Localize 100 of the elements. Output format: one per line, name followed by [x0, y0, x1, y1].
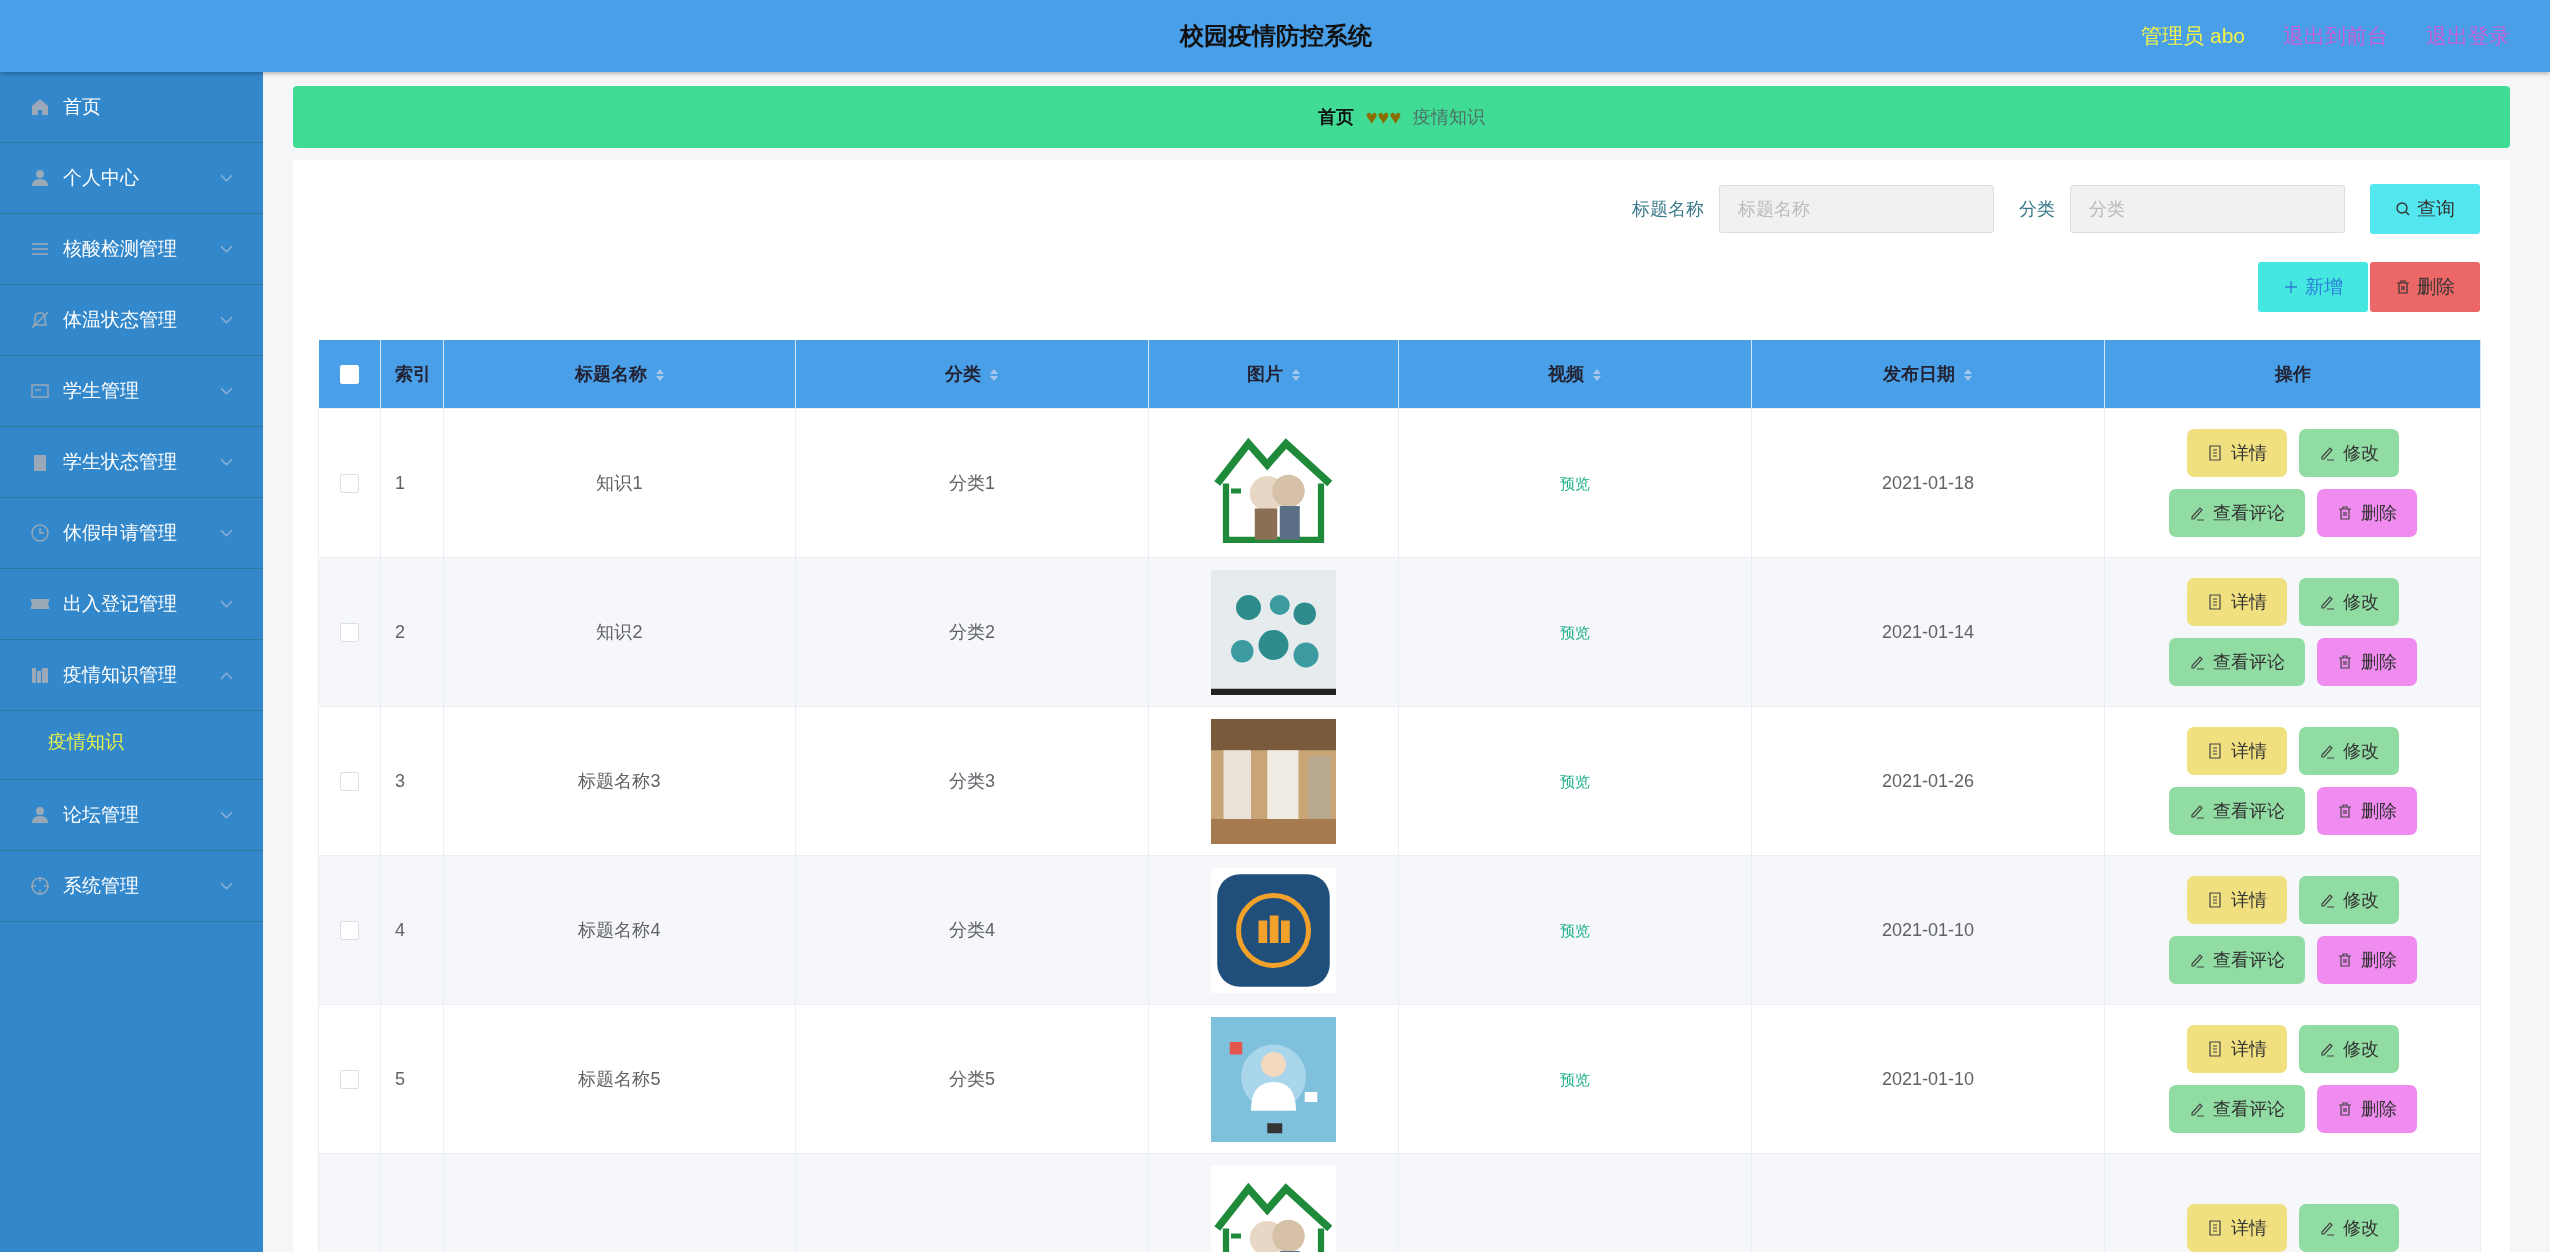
- table-cell: 2021-01-18: [1751, 408, 2105, 558]
- card-icon: [30, 381, 50, 401]
- delete-button[interactable]: 删除: [2316, 936, 2417, 984]
- pencil-icon: [2188, 803, 2205, 819]
- search-button[interactable]: 查询: [2370, 184, 2480, 234]
- sidebar-item[interactable]: 学生状态管理: [0, 427, 263, 498]
- comment-button[interactable]: 查看评论: [2168, 1085, 2305, 1133]
- comment-button[interactable]: 查看评论: [2168, 787, 2305, 835]
- breadcrumb-link[interactable]: 首页: [1317, 105, 1354, 129]
- user-icon: [30, 168, 50, 188]
- row-checkbox[interactable]: [340, 772, 359, 792]
- detail-button[interactable]: 详情: [2186, 429, 2287, 477]
- sidebar-item[interactable]: 学生管理: [0, 356, 263, 427]
- trash-icon: [2395, 279, 2411, 295]
- row-checkbox[interactable]: [340, 474, 359, 494]
- sort-icon[interactable]: [989, 368, 999, 383]
- row-checkbox[interactable]: [340, 921, 359, 941]
- home-icon: [30, 97, 50, 117]
- sidebar-item[interactable]: 核酸检测管理: [0, 214, 263, 285]
- sort-icon[interactable]: [654, 368, 665, 383]
- pencil-icon: [2188, 654, 2205, 670]
- pencil-icon: [2318, 743, 2335, 759]
- breadcrumb-link[interactable]: 疫情知识: [1413, 105, 1486, 129]
- edit-button[interactable]: 修改: [2298, 578, 2399, 626]
- column-header[interactable]: 图片: [1148, 340, 1399, 409]
- document-icon: [2206, 743, 2223, 759]
- trash-icon: [2336, 654, 2353, 670]
- heart-separator: ♥♥♥: [1365, 105, 1402, 129]
- table-cell: 2021-01-10: [1751, 1004, 2105, 1154]
- trash-icon: [2336, 803, 2353, 819]
- select-all-checkbox[interactable]: [339, 365, 359, 385]
- column-header[interactable]: 操作: [2104, 340, 2481, 409]
- table-cell: 分类4: [795, 855, 1149, 1005]
- delete-button[interactable]: 删除: [2370, 262, 2480, 312]
- detail-button[interactable]: 详情: [2186, 578, 2287, 626]
- delete-button[interactable]: 删除: [2316, 787, 2417, 835]
- search-field[interactable]: 分类: [2070, 185, 2345, 233]
- table-cell: 分类2: [795, 557, 1149, 707]
- sidebar-item[interactable]: 出入登记管理: [0, 569, 263, 640]
- sort-icon[interactable]: [1963, 368, 1973, 383]
- delete-button[interactable]: 删除: [2316, 638, 2417, 686]
- table-cell: 标题名称4: [443, 855, 796, 1005]
- edit-button[interactable]: 修改: [2298, 876, 2399, 924]
- sidebar-item[interactable]: 体温状态管理: [0, 285, 263, 356]
- table-cell: 标题名称5: [443, 1004, 796, 1154]
- sidebar-item[interactable]: 论坛管理: [0, 780, 263, 851]
- column-header[interactable]: 发布日期: [1751, 340, 2105, 409]
- column-header[interactable]: 索引: [380, 340, 444, 409]
- comment-button[interactable]: 查看评论: [2168, 936, 2305, 984]
- row-checkbox[interactable]: [340, 623, 359, 643]
- document-icon: [2206, 445, 2223, 461]
- pencil-icon: [2318, 445, 2335, 461]
- detail-button[interactable]: 详情: [2186, 727, 2287, 775]
- books-icon: [30, 665, 50, 685]
- preview-link[interactable]: 预览: [1560, 1070, 1590, 1088]
- table-cell: 5: [380, 1004, 444, 1154]
- table-cell: 知识1: [443, 408, 796, 558]
- table-cell: 2021-01-10: [1751, 855, 2105, 1005]
- detail-button[interactable]: 详情: [2186, 876, 2287, 924]
- pencil-icon: [2318, 594, 2335, 610]
- pencil-icon: [2318, 1041, 2335, 1057]
- table-cell: 1: [380, 408, 444, 558]
- document-icon: [2206, 1041, 2223, 1057]
- delete-button[interactable]: 删除: [2316, 489, 2417, 537]
- detail-button[interactable]: 详情: [2186, 1204, 2287, 1252]
- sidebar-item[interactable]: 休假申请管理: [0, 498, 263, 569]
- sidebar-item[interactable]: 个人中心: [0, 143, 263, 214]
- table-cell: 2021-01-14: [1751, 557, 2105, 707]
- edit-button[interactable]: 修改: [2298, 429, 2399, 477]
- sidebar-item[interactable]: 疫情知识管理: [0, 640, 263, 711]
- sidebar-item[interactable]: 系统管理: [0, 851, 263, 922]
- edit-button[interactable]: 修改: [2298, 727, 2399, 775]
- trash-icon: [2336, 952, 2353, 968]
- app-title: 校园疫情防控系统: [1180, 21, 1372, 51]
- column-header[interactable]: 视频: [1398, 340, 1752, 409]
- bell-icon: [30, 310, 50, 330]
- column-header[interactable]: 分类: [795, 340, 1149, 409]
- target-icon: [30, 876, 50, 896]
- document-icon: [2206, 594, 2223, 610]
- comment-button[interactable]: 查看评论: [2168, 489, 2305, 537]
- edit-button[interactable]: 修改: [2298, 1204, 2399, 1252]
- search-field[interactable]: 标题名称: [1719, 185, 1994, 233]
- delete-button[interactable]: 删除: [2316, 1085, 2417, 1133]
- table-cell: 分类5: [795, 1004, 1149, 1154]
- sidebar-item[interactable]: 首页: [0, 72, 263, 143]
- column-header[interactable]: 标题名称: [443, 340, 796, 409]
- preview-link[interactable]: 预览: [1560, 474, 1590, 492]
- comment-button[interactable]: 查看评论: [2168, 638, 2305, 686]
- edit-button[interactable]: 修改: [2298, 1025, 2399, 1073]
- sort-icon[interactable]: [1290, 368, 1301, 383]
- sort-icon[interactable]: [1592, 368, 1602, 383]
- table-cell: 2: [380, 557, 444, 707]
- user-name: 管理员 abo: [2141, 23, 2245, 49]
- preview-link[interactable]: 预览: [1560, 772, 1590, 790]
- table-cell: 标题名称3: [443, 706, 796, 856]
- sidebar-subitem[interactable]: 疫情知识: [48, 729, 263, 755]
- row-checkbox[interactable]: [340, 1070, 359, 1090]
- document-icon: [2206, 1220, 2223, 1236]
- detail-button[interactable]: 详情: [2186, 1025, 2287, 1073]
- pencil-icon: [2188, 952, 2205, 968]
